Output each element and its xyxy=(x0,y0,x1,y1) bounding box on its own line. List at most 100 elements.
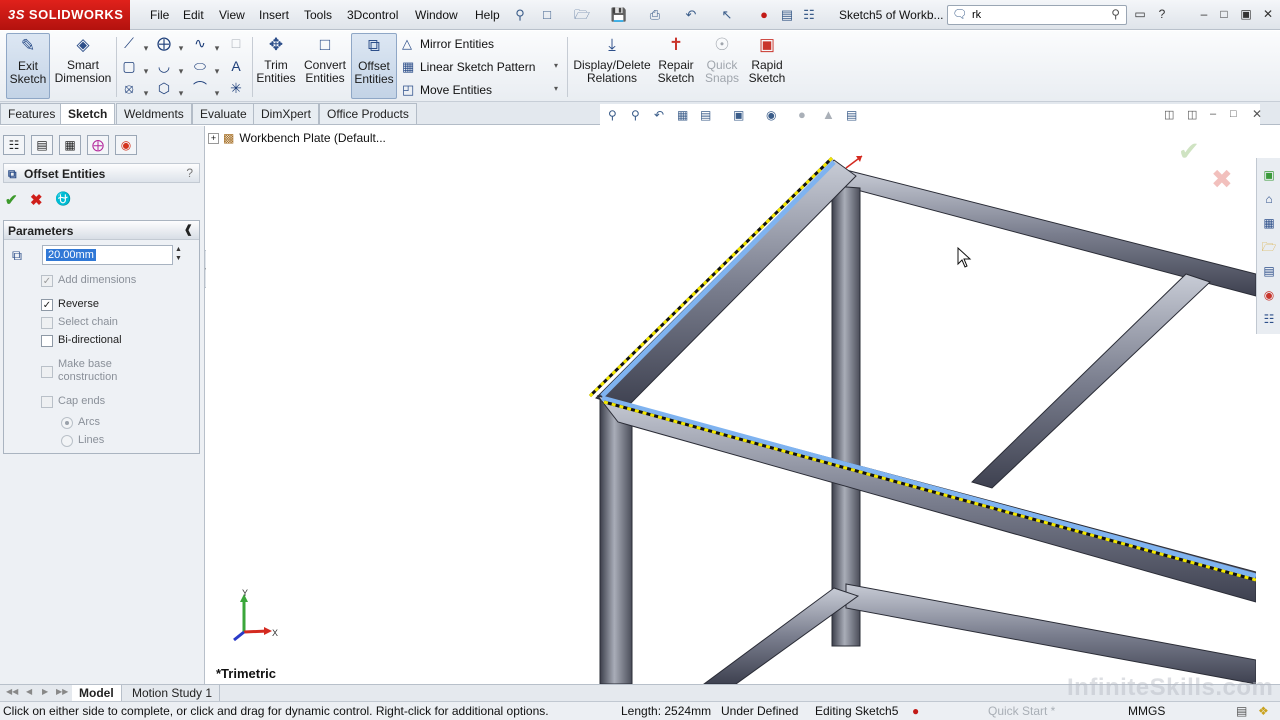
tab-weldments[interactable]: Weldments xyxy=(116,103,192,124)
restore-icon[interactable]: □ xyxy=(1215,6,1233,22)
collapse-chevron-icon[interactable]: ❰ xyxy=(184,223,193,236)
display-style-icon[interactable]: ◉ xyxy=(766,108,776,122)
rebuild-icon[interactable]: ● xyxy=(755,6,773,24)
doc-restore-icon[interactable]: □ xyxy=(1230,108,1237,120)
appearances-icon[interactable]: ◉ xyxy=(1260,286,1278,304)
new-document-icon[interactable]: □ xyxy=(538,6,556,24)
solidworks-logo[interactable]: 3S SOLIDWORKS xyxy=(0,0,130,30)
ellipse-icon[interactable]: ⬭ xyxy=(191,57,209,75)
undo-icon[interactable]: ↶ xyxy=(682,6,700,24)
reverse-check[interactable]: ✓ xyxy=(41,299,53,311)
search-input[interactable] xyxy=(972,7,1092,23)
quick-snaps-button[interactable]: ☉ Quick Snaps xyxy=(702,33,742,99)
cap-arcs-radio-dot[interactable] xyxy=(61,417,73,429)
cap-ends-check[interactable] xyxy=(41,396,53,408)
ok-check-icon[interactable]: ✔ xyxy=(5,191,18,209)
point-icon[interactable]: ✳ xyxy=(227,79,245,97)
maximize-icon[interactable]: ▣ xyxy=(1237,6,1255,22)
search-icon[interactable]: ⚲ xyxy=(1111,7,1120,21)
offset-distance-input[interactable]: 20.00mm xyxy=(42,245,173,265)
spline-icon[interactable]: ∿ xyxy=(191,34,209,52)
add-dimensions-check[interactable]: ✓ xyxy=(41,275,53,287)
line-icon[interactable]: ⟋ xyxy=(120,34,138,52)
options-icon[interactable]: ☷ xyxy=(800,6,818,24)
spline-dropdown-icon[interactable]: ▾ xyxy=(213,39,221,57)
doc-close-icon[interactable]: ✕ xyxy=(1252,107,1262,121)
parameters-header[interactable]: Parameters ❰ xyxy=(4,221,199,240)
rebuild-status-icon[interactable]: ● xyxy=(912,704,919,718)
search-box[interactable]: 🗨 ⚲ xyxy=(947,5,1127,25)
make-base-construction-check[interactable] xyxy=(41,366,53,378)
apply-scene-icon[interactable]: ▤ xyxy=(846,108,857,122)
view-orientation-icon[interactable]: ▣ xyxy=(733,108,744,122)
solidworks-resources-icon[interactable]: ▣ xyxy=(1260,166,1278,184)
home-icon[interactable]: ⌂ xyxy=(1260,190,1278,208)
file-properties-icon[interactable]: ▤ xyxy=(778,6,796,24)
ellipse-dropdown-icon[interactable]: ▾ xyxy=(213,62,221,80)
tab-model[interactable]: Model xyxy=(72,685,122,701)
minimize-icon[interactable]: – xyxy=(1195,6,1213,22)
top-rail-left[interactable] xyxy=(595,159,857,409)
print-icon[interactable]: ⎙ xyxy=(646,6,664,24)
bi-directional-check[interactable] xyxy=(41,335,53,347)
selected-edge-left[interactable] xyxy=(600,160,836,398)
smart-dimension-button[interactable]: ◈ Smart Dimension xyxy=(54,33,112,99)
cap-lines-radio-dot[interactable] xyxy=(61,435,73,447)
menu-3dcontrol[interactable]: 3Dcontrol xyxy=(347,8,398,22)
move-dropdown-icon[interactable]: ▾ xyxy=(554,84,558,93)
repair-sketch-button[interactable]: ✝ Repair Sketch xyxy=(655,33,697,99)
menu-view[interactable]: View xyxy=(219,8,245,22)
keep-visible-pin-icon[interactable]: ⛎ xyxy=(55,191,71,207)
display-delete-relations-button[interactable]: ⤓ Display/Delete Relations xyxy=(572,33,652,99)
quick-start-label[interactable]: Quick Start * xyxy=(988,704,1055,718)
sketch-fillet-icon[interactable]: □ xyxy=(227,34,245,52)
zoom-to-area-icon[interactable]: ⚲ xyxy=(631,108,640,122)
status-tag-icon[interactable]: ❖ xyxy=(1258,704,1269,718)
tab-next-icon[interactable]: ▶ xyxy=(42,687,48,696)
cancel-x-icon[interactable]: ✖ xyxy=(30,191,43,209)
viewport-link-icon[interactable]: ◫ xyxy=(1187,108,1197,121)
file-explorer-icon[interactable]: 🗁 xyxy=(1260,238,1278,256)
edit-appearance-icon[interactable]: ▲ xyxy=(822,107,835,122)
back-post[interactable] xyxy=(831,185,861,647)
property-manager-icon[interactable]: ▤ xyxy=(31,135,53,155)
custom-properties-icon[interactable]: ☷ xyxy=(1260,310,1278,328)
selected-edge-front[interactable] xyxy=(601,395,1256,579)
tab-evaluate[interactable]: Evaluate xyxy=(192,103,255,124)
text-icon[interactable]: A xyxy=(227,57,245,75)
polygon-dropdown-icon[interactable]: ▾ xyxy=(177,84,185,102)
menu-window[interactable]: Window xyxy=(415,8,458,22)
cross-member[interactable] xyxy=(971,273,1211,489)
tab-motion-study-1[interactable]: Motion Study 1 xyxy=(125,685,221,701)
graphics-area[interactable]: + ▩ Workbench Plate (Default... ✔ ✖ Y X … xyxy=(206,126,1256,684)
select-chain-check[interactable] xyxy=(41,317,53,329)
tab-features[interactable]: Features xyxy=(0,103,64,124)
menu-tools[interactable]: Tools xyxy=(304,8,332,22)
tab-sketch[interactable]: Sketch xyxy=(60,103,116,124)
tab-dimxpert[interactable]: DimXpert xyxy=(253,103,320,124)
save-icon[interactable]: 💾 xyxy=(610,6,628,24)
exit-sketch-button[interactable]: ✎ Exit Sketch xyxy=(6,33,50,99)
dynamic-annotation-icon[interactable]: ▤ xyxy=(700,108,711,122)
slot-icon[interactable]: ⦻ xyxy=(120,79,138,97)
configuration-manager-icon[interactable]: ▦ xyxy=(59,135,81,155)
menu-insert[interactable]: Insert xyxy=(259,8,289,22)
move-entities-button[interactable]: ◰ Move Entities ▾ xyxy=(402,82,558,98)
units-selector[interactable]: MMGS xyxy=(1128,704,1165,718)
linear-pattern-dropdown-icon[interactable]: ▾ xyxy=(554,61,558,70)
rectangle-dropdown-icon[interactable]: ▾ xyxy=(142,62,150,80)
tab-first-icon[interactable]: ◀◀ xyxy=(6,687,18,696)
convert-entities-button[interactable]: □ Convert Entities xyxy=(302,33,348,99)
front-post[interactable] xyxy=(599,397,633,684)
bottom-rail-back[interactable] xyxy=(845,583,1256,684)
polygon-icon[interactable]: ⬡ xyxy=(155,79,173,97)
rectangle-icon[interactable]: ▢ xyxy=(120,57,138,75)
line-dropdown-icon[interactable]: ▾ xyxy=(142,39,150,57)
section-view-icon[interactable]: ▦ xyxy=(677,108,688,122)
pin-icon[interactable]: ⚲ xyxy=(511,6,529,24)
display-manager-icon[interactable]: ◉ xyxy=(115,135,137,155)
mirror-entities-button[interactable]: △ Mirror Entities xyxy=(402,36,494,52)
previous-view-icon[interactable]: ↶ xyxy=(654,108,664,122)
status-options-icon[interactable]: ▤ xyxy=(1236,704,1247,718)
open-folder-icon[interactable]: 🗁 xyxy=(573,6,591,24)
